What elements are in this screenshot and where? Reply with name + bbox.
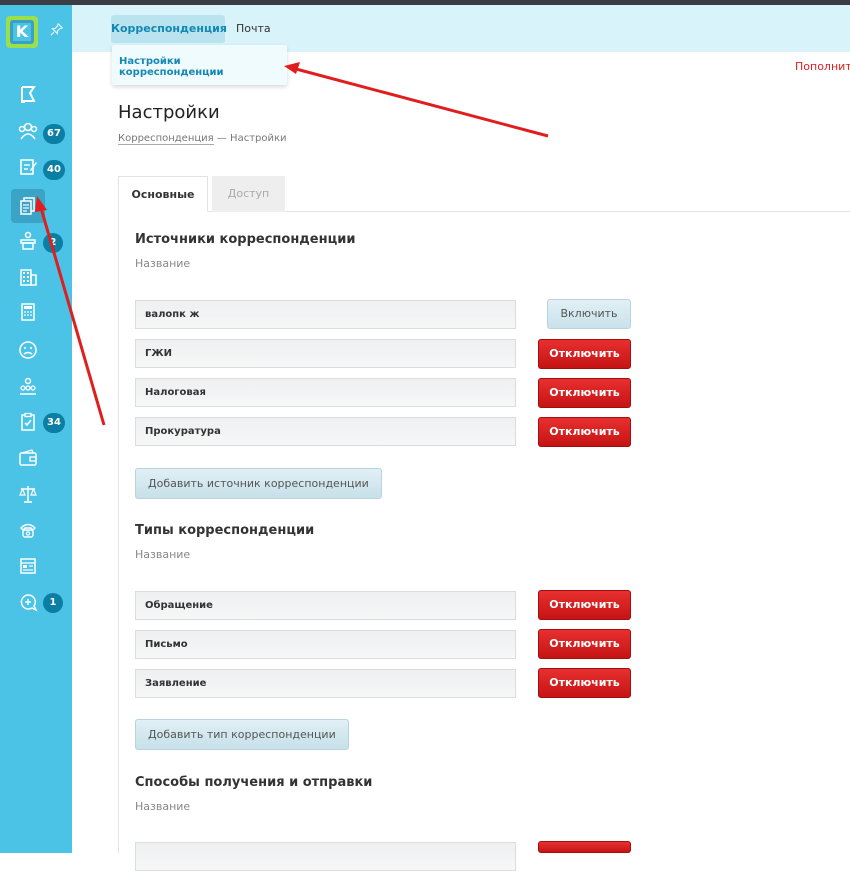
flag-icon[interactable] <box>11 78 45 112</box>
breadcrumb-current: — Настройки <box>213 133 287 144</box>
chat-badge: 1 <box>43 593 63 613</box>
sources-title: Источники корреспонденции <box>135 232 356 247</box>
type-name-field[interactable]: Заявление <box>135 669 516 698</box>
tab-correspondence[interactable]: Корреспонденция <box>111 15 227 43</box>
method-name-field[interactable] <box>135 842 516 871</box>
types-title: Типы корреспонденции <box>135 523 315 538</box>
residents-icon[interactable] <box>11 114 45 148</box>
requests-icon[interactable] <box>11 150 45 184</box>
wallet-icon[interactable] <box>11 441 45 475</box>
sidebar: K 67 40 2 34 1 <box>0 5 72 853</box>
meetings-badge: 2 <box>43 233 63 253</box>
tab-access[interactable]: Доступ <box>212 176 285 212</box>
source-name-field[interactable]: ГЖИ <box>135 339 516 368</box>
sources-column-label: Название <box>135 257 191 270</box>
tab-main[interactable]: Основные <box>118 176 208 212</box>
methods-column-label: Название <box>135 800 191 813</box>
types-column-label: Название <box>135 548 191 561</box>
disable-type-button[interactable]: Отключить <box>538 590 631 620</box>
residents-badge: 67 <box>43 124 65 144</box>
news-board-icon[interactable] <box>11 549 45 583</box>
arrow-to-submenu <box>295 67 549 138</box>
meetings-icon[interactable] <box>11 224 45 258</box>
add-type-button[interactable]: Добавить тип корреспонденции <box>135 719 349 750</box>
type-name-field[interactable]: Письмо <box>135 630 516 659</box>
staff-icon[interactable] <box>11 369 45 403</box>
tasks-icon[interactable] <box>11 405 45 439</box>
scales-icon[interactable] <box>11 477 45 511</box>
tasks-badge: 34 <box>43 413 65 433</box>
content-border <box>118 211 119 853</box>
disable-type-button[interactable]: Отключить <box>538 629 631 659</box>
chat-add-icon[interactable] <box>11 585 45 619</box>
type-name-field[interactable]: Обращение <box>135 591 516 620</box>
source-name-field[interactable]: валопк ж <box>135 300 516 329</box>
disable-source-button[interactable]: Отключить <box>538 378 631 408</box>
enable-source-button[interactable]: Включить <box>547 299 631 329</box>
building-icon[interactable] <box>11 260 45 294</box>
calculator-icon[interactable] <box>11 295 45 329</box>
phone-icon[interactable] <box>11 513 45 547</box>
app-logo[interactable]: K <box>6 16 38 48</box>
source-name-field[interactable]: Прокуратура <box>135 417 516 446</box>
disable-method-button[interactable] <box>538 841 631 853</box>
add-source-button[interactable]: Добавить источник корреспонденции <box>135 468 382 499</box>
requests-badge: 40 <box>43 160 65 180</box>
tab-mail[interactable]: Почта <box>236 15 271 43</box>
disable-source-button[interactable]: Отключить <box>538 417 631 447</box>
top-up-link[interactable]: Пополнит <box>795 60 850 73</box>
complaints-face-icon[interactable] <box>11 333 45 367</box>
source-name-field[interactable]: Налоговая <box>135 378 516 407</box>
methods-title: Способы получения и отправки <box>135 775 373 790</box>
pin-icon[interactable] <box>50 22 64 40</box>
submenu-item-settings[interactable]: Настройки корреспонденции <box>119 56 287 78</box>
breadcrumb: Корреспонденция — Настройки <box>118 133 287 145</box>
correspondence-submenu: Настройки корреспонденции <box>112 45 287 85</box>
logo-letter: K <box>10 20 34 44</box>
page-title: Настройки <box>118 102 220 123</box>
disable-source-button[interactable]: Отключить <box>538 339 631 369</box>
disable-type-button[interactable]: Отключить <box>538 668 631 698</box>
breadcrumb-link-correspondence[interactable]: Корреспонденция <box>118 133 214 145</box>
settings-tabs: Основные Доступ <box>118 176 850 212</box>
correspondence-icon[interactable] <box>11 189 45 223</box>
